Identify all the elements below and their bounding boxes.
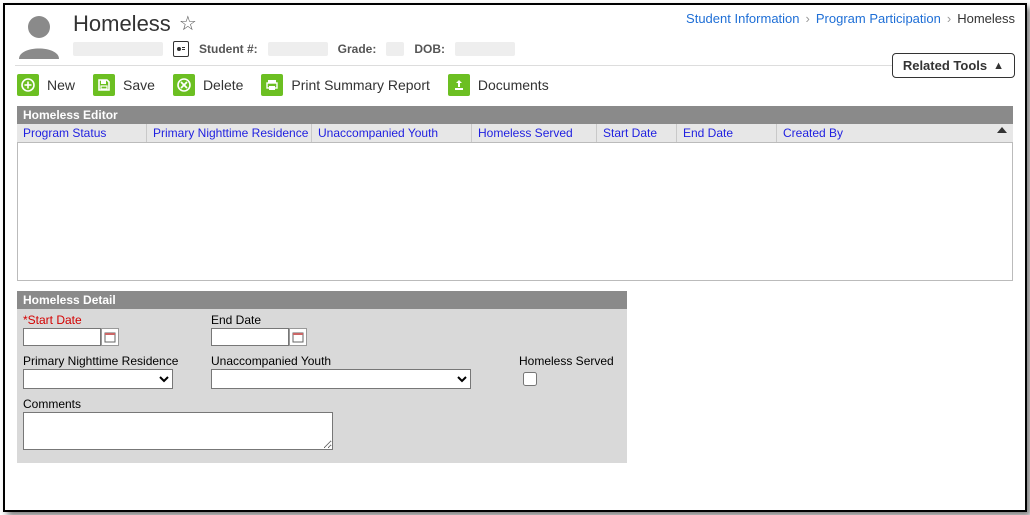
homeless-detail-panel: Homeless Detail *Start Date End Date bbox=[17, 291, 627, 463]
unaccompanied-label: Unaccompanied Youth bbox=[211, 354, 511, 368]
student-info-row: Student #: Grade: DOB: bbox=[73, 41, 515, 57]
editor-title: Homeless Editor bbox=[17, 106, 1013, 124]
sort-asc-icon bbox=[997, 127, 1007, 133]
field-homeless-served: Homeless Served bbox=[519, 354, 639, 389]
documents-button[interactable]: Documents bbox=[448, 74, 549, 96]
student-name-redacted bbox=[73, 42, 163, 56]
breadcrumb-current: Homeless bbox=[957, 11, 1015, 26]
field-primary-residence: Primary Nighttime Residence bbox=[23, 354, 203, 389]
page-title: Homeless bbox=[73, 11, 171, 37]
editor-grid-header: Program Status Primary Nighttime Residen… bbox=[17, 124, 1013, 143]
end-date-input[interactable] bbox=[211, 328, 289, 346]
homeless-served-checkbox[interactable] bbox=[523, 372, 537, 386]
save-label: Save bbox=[123, 77, 155, 93]
start-date-label: *Start Date bbox=[23, 313, 203, 327]
star-icon[interactable]: ☆ bbox=[179, 14, 197, 34]
documents-label: Documents bbox=[478, 77, 549, 93]
delete-button[interactable]: Delete bbox=[173, 74, 243, 96]
save-button[interactable]: Save bbox=[93, 74, 155, 96]
chevron-right-icon: › bbox=[806, 11, 810, 26]
chevron-up-icon: ▲ bbox=[993, 60, 1004, 72]
editor-grid-body[interactable] bbox=[17, 143, 1013, 281]
detail-title: Homeless Detail bbox=[17, 291, 627, 309]
dob-redacted bbox=[455, 42, 515, 56]
delete-icon bbox=[173, 74, 195, 96]
upload-icon bbox=[448, 74, 470, 96]
print-label: Print Summary Report bbox=[291, 77, 429, 93]
start-date-input[interactable] bbox=[23, 328, 101, 346]
student-number-label: Student #: bbox=[199, 42, 258, 56]
dob-label: DOB: bbox=[414, 42, 445, 56]
field-comments: Comments bbox=[23, 397, 639, 453]
primary-residence-select[interactable] bbox=[23, 369, 173, 389]
end-date-label: End Date bbox=[211, 313, 511, 327]
field-end-date: End Date bbox=[211, 313, 511, 346]
printer-icon bbox=[261, 74, 283, 96]
student-number-redacted bbox=[268, 42, 328, 56]
toolbar: New Save Delete Print Summary Report Doc… bbox=[5, 66, 1025, 106]
new-button[interactable]: New bbox=[17, 74, 75, 96]
comments-label: Comments bbox=[23, 397, 639, 411]
unaccompanied-select[interactable] bbox=[211, 369, 471, 389]
print-button[interactable]: Print Summary Report bbox=[261, 74, 429, 96]
homeless-served-label: Homeless Served bbox=[519, 354, 639, 368]
spacer bbox=[519, 313, 639, 346]
primary-residence-label: Primary Nighttime Residence bbox=[23, 354, 203, 368]
col-program-status[interactable]: Program Status bbox=[17, 124, 147, 142]
breadcrumb-student-info[interactable]: Student Information bbox=[686, 11, 799, 26]
related-tools-button[interactable]: Related Tools ▲ bbox=[892, 53, 1015, 78]
calendar-icon[interactable] bbox=[101, 328, 119, 346]
id-card-icon bbox=[173, 41, 189, 57]
grade-redacted bbox=[386, 42, 404, 56]
delete-label: Delete bbox=[203, 77, 243, 93]
comments-textarea[interactable] bbox=[23, 412, 333, 450]
homeless-editor-panel: Homeless Editor Program Status Primary N… bbox=[17, 106, 1013, 281]
grade-label: Grade: bbox=[338, 42, 377, 56]
col-created-by-label: Created By bbox=[783, 126, 843, 140]
calendar-icon[interactable] bbox=[289, 328, 307, 346]
col-created-by[interactable]: Created By bbox=[777, 124, 1013, 142]
col-homeless-served[interactable]: Homeless Served bbox=[472, 124, 597, 142]
plus-circle-icon bbox=[17, 74, 39, 96]
col-end-date[interactable]: End Date bbox=[677, 124, 777, 142]
col-unaccompanied[interactable]: Unaccompanied Youth bbox=[312, 124, 472, 142]
field-start-date: *Start Date bbox=[23, 313, 203, 346]
save-icon bbox=[93, 74, 115, 96]
col-start-date[interactable]: Start Date bbox=[597, 124, 677, 142]
field-unaccompanied: Unaccompanied Youth bbox=[211, 354, 511, 389]
app-frame: Student Information › Program Participat… bbox=[3, 3, 1027, 512]
breadcrumb-program-participation[interactable]: Program Participation bbox=[816, 11, 941, 26]
chevron-right-icon: › bbox=[947, 11, 951, 26]
breadcrumb: Student Information › Program Participat… bbox=[686, 11, 1015, 26]
new-label: New bbox=[47, 77, 75, 93]
col-primary-residence[interactable]: Primary Nighttime Residence bbox=[147, 124, 312, 142]
avatar bbox=[15, 11, 63, 59]
related-tools-label: Related Tools bbox=[903, 58, 987, 73]
